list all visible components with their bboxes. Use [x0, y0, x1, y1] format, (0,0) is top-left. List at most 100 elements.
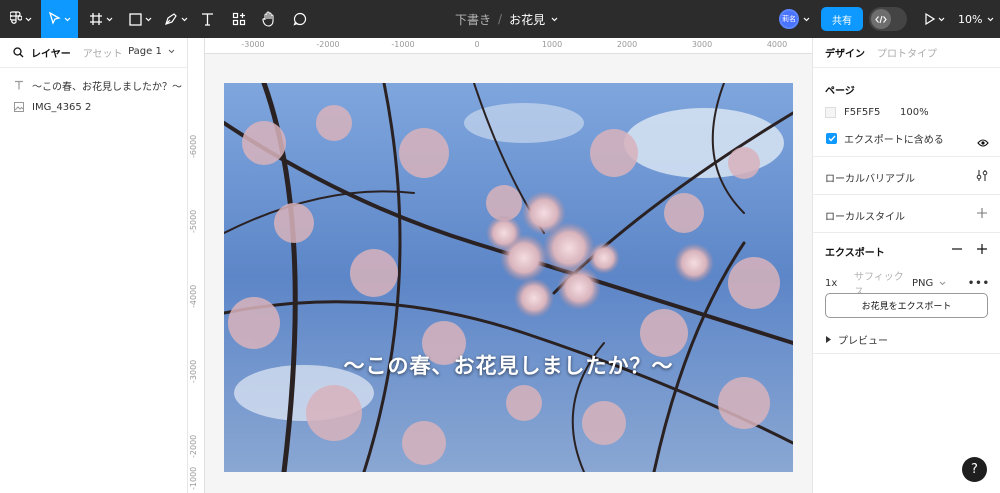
layer-item-image[interactable]: IMG_4365 2 [0, 96, 187, 118]
include-in-export-label: エクスポートに含める [844, 135, 944, 146]
page-color-swatch[interactable] [825, 107, 836, 118]
layer-label: 〜この春、お花見しましたか？〜 [32, 81, 182, 93]
export-button[interactable]: お花見をエクスポート [825, 293, 988, 318]
tab-prototype[interactable]: プロトタイプ [877, 45, 937, 60]
top-toolbar: 下書き / お花見 莉名 共有 10% [0, 0, 1000, 38]
breadcrumb-drafts[interactable]: 下書き [455, 11, 491, 28]
layer-label: IMG_4365 2 [32, 101, 92, 113]
figma-logo-icon [10, 11, 22, 24]
share-button[interactable]: 共有 [821, 7, 863, 31]
layer-item-text[interactable]: 〜この春、お花見しましたか？〜 [0, 74, 187, 96]
page-opacity-value[interactable]: 100% [900, 107, 929, 118]
plus-icon[interactable] [977, 244, 987, 254]
ruler-tick-label: -2000 [316, 40, 340, 49]
chevron-down-icon [64, 17, 70, 21]
main-menu-button[interactable] [4, 0, 38, 38]
pen-icon [165, 13, 177, 25]
local-variables-label: ローカルバリアブル [825, 174, 915, 185]
text-icon [201, 13, 213, 26]
chevron-down-icon[interactable] [551, 17, 558, 22]
eye-icon[interactable] [977, 139, 989, 147]
resources-tool-button[interactable] [228, 0, 250, 38]
ruler-tick-label: -2000 [189, 434, 198, 458]
ruler-tick-label: 3000 [691, 40, 713, 49]
zoom-level: 10% [958, 12, 983, 26]
cherry-blossom-photo [224, 83, 793, 472]
code-icon [871, 9, 891, 29]
chevron-down-icon [940, 281, 946, 285]
hand-tool-button[interactable] [258, 0, 280, 38]
cherry-blossom-image-frame[interactable]: 〜この春、お花見しましたか？〜 [224, 83, 793, 472]
local-styles-section[interactable]: ローカルスタイル [813, 195, 1000, 233]
local-styles-label: ローカルスタイル [825, 212, 905, 223]
ruler-tick-label: -6000 [189, 134, 198, 158]
chevron-down-icon [988, 17, 994, 21]
variables-adjust-icon[interactable] [976, 169, 988, 182]
chevron-down-icon [938, 17, 945, 21]
pen-tool-button[interactable] [160, 0, 192, 38]
tab-assets[interactable]: アセット [83, 45, 123, 60]
frame-tool-button[interactable] [85, 0, 117, 38]
layers-panel-tabs: レイヤー アセット Page 1 [0, 38, 187, 68]
search-icon[interactable] [13, 47, 24, 58]
ruler-tick-label: -1000 [391, 40, 415, 49]
dev-mode-toggle[interactable] [869, 7, 907, 31]
tab-design[interactable]: デザイン [825, 45, 865, 60]
more-options-icon[interactable]: ••• [968, 278, 990, 289]
preview-label: プレビュー [838, 336, 888, 347]
move-tool-button[interactable] [41, 0, 78, 38]
preview-toggle[interactable]: プレビュー [826, 332, 888, 347]
ruler-tick-label: 1000 [541, 40, 563, 49]
export-scale[interactable]: 1x [825, 278, 840, 289]
tab-layers[interactable]: レイヤー [31, 45, 71, 60]
play-icon [925, 13, 935, 25]
export-section: エクスポート 1x サフィックス PNG ••• お花見をエクスポート プレビュ… [813, 233, 1000, 354]
breadcrumb: 下書き / お花見 [455, 0, 558, 38]
ruler-tick-label: -3000 [241, 40, 265, 49]
components-icon [232, 12, 246, 26]
ruler-tick-label: -3000 [189, 359, 198, 383]
cursor-icon [48, 12, 61, 25]
ruler-left: -6000 -5000 -4000 -3000 -2000 -1000 [188, 38, 205, 493]
page-section: ページ F5F5F5 100% エクスポートに含める [813, 68, 1000, 157]
chevron-down-icon [25, 17, 32, 21]
ruler-tick-label: 4000 [766, 40, 788, 49]
shape-tool-button[interactable] [124, 0, 156, 38]
avatar[interactable]: 莉名 [779, 9, 799, 29]
include-in-export-row[interactable]: エクスポートに含める [826, 131, 944, 146]
text-tool-button[interactable] [196, 0, 218, 38]
comment-tool-button[interactable] [289, 0, 311, 38]
image-icon [14, 102, 26, 112]
present-button[interactable] [922, 0, 948, 38]
page-selector-label: Page 1 [128, 46, 162, 57]
comment-icon [293, 12, 307, 26]
chevron-down-icon [168, 49, 175, 54]
breadcrumb-separator: / [498, 12, 503, 26]
checkmark-icon [828, 135, 836, 142]
zoom-control[interactable]: 10% [958, 0, 994, 38]
chevron-down-icon [145, 17, 151, 21]
minus-icon[interactable] [952, 248, 962, 250]
properties-panel-tabs: デザイン プロトタイプ [813, 38, 1000, 68]
page-color-row[interactable]: F5F5F5 100% [825, 107, 929, 118]
page-selector[interactable]: Page 1 [128, 46, 175, 57]
include-in-export-checkbox[interactable] [826, 133, 837, 144]
properties-panel: デザイン プロトタイプ ページ F5F5F5 100% エクスポートに含める ロ… [812, 38, 1000, 493]
help-button[interactable]: ? [962, 457, 987, 482]
page-section-title: ページ [825, 86, 855, 97]
export-format-select[interactable]: PNG [912, 278, 946, 289]
hand-icon [262, 11, 274, 27]
export-format-value: PNG [912, 277, 934, 289]
page-color-value[interactable]: F5F5F5 [844, 107, 900, 118]
chevron-down-icon [181, 17, 188, 21]
ruler-tick-label: 2000 [616, 40, 638, 49]
caret-right-icon [826, 336, 831, 343]
local-variables-section[interactable]: ローカルバリアブル [813, 157, 1000, 195]
photo-caption-text[interactable]: 〜この春、お花見しましたか？〜 [224, 350, 793, 380]
file-name[interactable]: お花見 [509, 11, 545, 28]
frame-icon [90, 13, 102, 25]
ruler-tick-label: -4000 [189, 284, 198, 308]
ruler-tick-label: -1000 [189, 466, 198, 490]
chevron-down-icon[interactable] [803, 17, 810, 22]
plus-icon[interactable] [977, 208, 987, 218]
